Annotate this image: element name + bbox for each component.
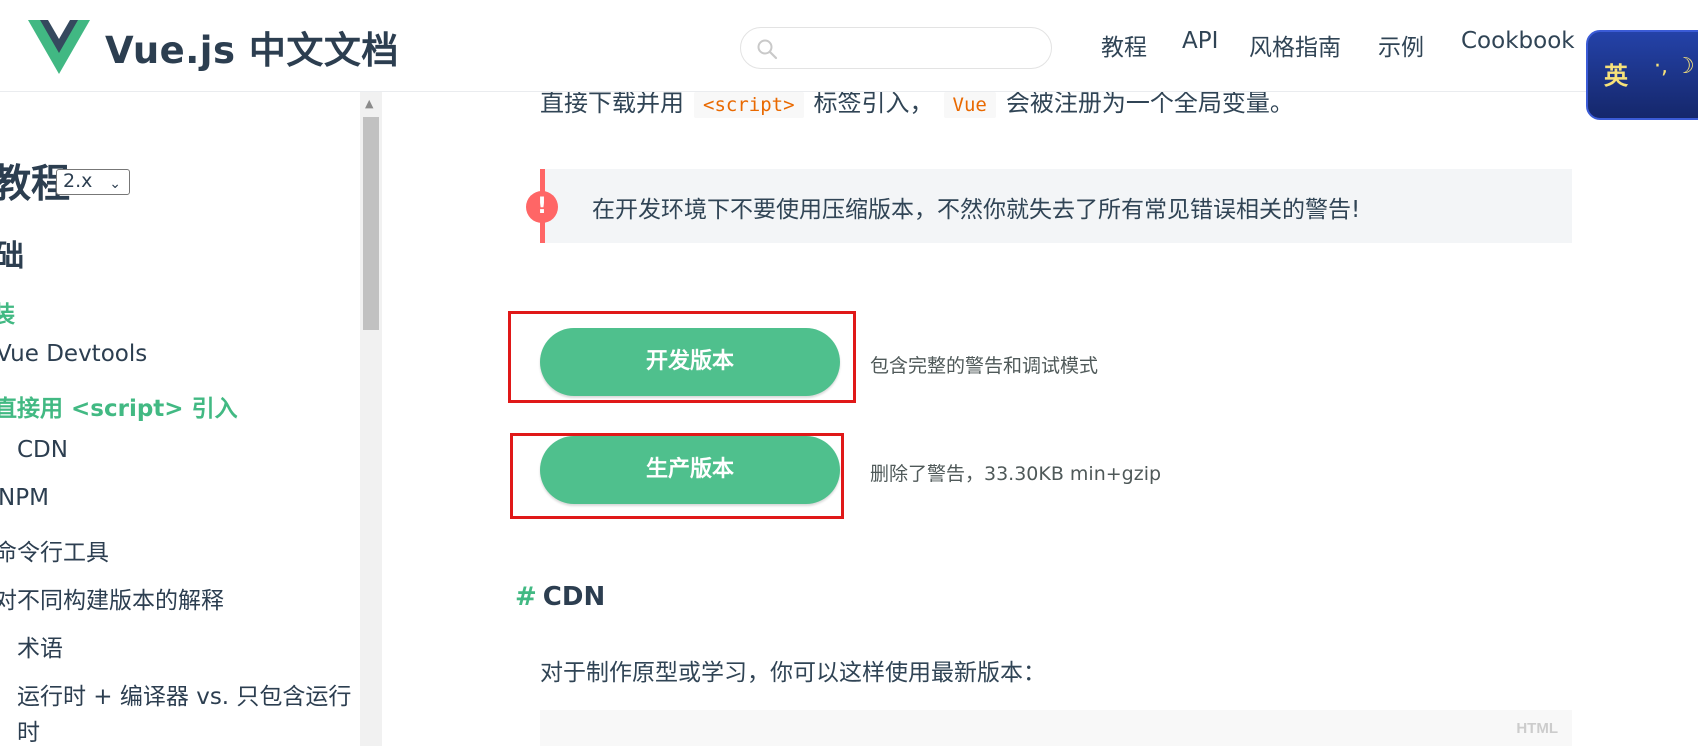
chevron-down-icon: ⌄ [109,176,121,192]
warning-text: 在开发环境下不要使用压缩版本，不然你就失去了所有常见错误相关的警告! [592,197,1361,223]
intro-text-2: 标签引入， [813,91,934,117]
cdn-paragraph: 对于制作原型或学习，你可以这样使用最新版本： [540,660,1046,686]
moon-icon: ·, ☽ [1654,54,1695,79]
intro-paragraph: 直接下载并用 <script> 标签引入， Vue 会被注册为一个全局变量。 [540,91,1294,118]
dev-version-button[interactable]: 开发版本 [540,328,840,396]
version-value: 2.x [63,170,93,192]
sidebar-item-terminology[interactable]: 术语 [17,629,63,663]
cdn-heading: # CDN [515,582,605,612]
sidebar-item-script-include[interactable]: 直接用 <script> 引入 [0,389,238,423]
sidebar-item-npm[interactable]: NPM [0,485,49,511]
warning-tip: ! 在开发环境下不要使用压缩版本，不然你就失去了所有常见错误相关的警告! [526,169,1572,243]
intro-text-3: 会被注册为一个全局变量。 [1005,91,1294,117]
prod-version-button[interactable]: 生产版本 [540,436,840,504]
code-script-tag: <script> [694,92,804,118]
warning-icon: ! [526,191,558,223]
code-lang-label: HTML [1516,720,1558,737]
sidebar-item-runtime-compiler[interactable]: 运行时 + 编译器 vs. 只包含运行 [17,677,351,711]
version-select[interactable]: 2.x ⌄ [56,169,130,195]
sidebar-section-heading: 础 [0,239,24,274]
intro-text-1: 直接下载并用 [540,91,684,117]
sidebar-item-builds[interactable]: 对不同构建版本的解释 [0,581,224,615]
nav-api[interactable]: API [1182,28,1218,64]
nav-cookbook[interactable]: Cookbook [1461,28,1575,64]
sidebar: 教程 2.x ⌄ 础 装 Vue Devtools 直接用 <script> 引… [0,91,384,746]
dev-version-desc: 包含完整的警告和调试模式 [870,355,1099,377]
anchor-hash-link[interactable]: # [515,582,537,612]
sidebar-item-install[interactable]: 装 [0,295,15,329]
scroll-up-icon[interactable]: ▲ [365,97,373,110]
top-navbar: Vue.js 中文文档 教程 API 风格指南 示例 Cookbook 英 ·,… [0,0,1698,120]
sidebar-item-runtime-compiler-cont[interactable]: 时 [17,713,40,746]
cdn-heading-text: CDN [542,582,606,612]
nav-examples[interactable]: 示例 [1378,28,1424,64]
nav-style-guide[interactable]: 风格指南 [1249,28,1341,64]
main-content: 直接下载并用 <script> 标签引入， Vue 会被注册为一个全局变量。 ! 在开发… [384,91,1698,746]
nav-tutorial[interactable]: 教程 [1101,28,1147,64]
sidebar-item-devtools[interactable]: Vue Devtools [0,341,147,367]
input-method-badge[interactable]: 英 ·, ☽ [1586,30,1698,120]
code-block: HTML [540,710,1572,746]
sidebar-item-cli[interactable]: 命令行工具 [0,533,109,567]
scroll-thumb[interactable] [363,117,379,330]
prod-version-desc: 删除了警告，33.30KB min+gzip [870,463,1162,485]
code-vue: Vue [943,92,996,118]
sidebar-scrollbar[interactable]: ▲ [360,91,382,746]
sidebar-item-cdn[interactable]: CDN [17,437,68,463]
site-title[interactable]: Vue.js 中文文档 [105,20,399,74]
vue-logo-icon[interactable] [28,20,90,74]
lang-char: 英 [1604,62,1628,90]
search-icon [757,39,778,60]
search-input[interactable] [740,27,1052,69]
